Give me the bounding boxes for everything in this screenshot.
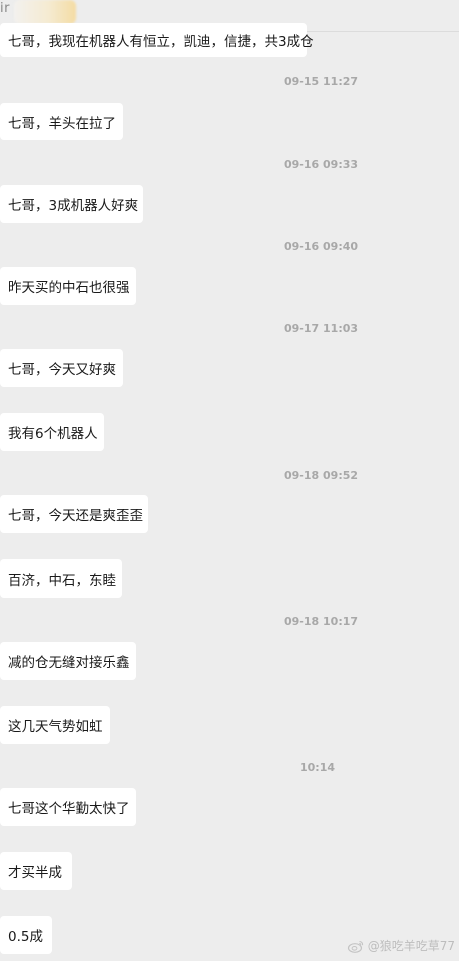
watermark: @狼吃羊吃草77 bbox=[347, 937, 455, 954]
message-timestamp: 09-18 10:17 bbox=[284, 615, 359, 628]
message-bubble[interactable]: 这几天气势如虹 bbox=[0, 706, 110, 744]
message-text: 七哥这个华勤太快了 bbox=[8, 801, 130, 817]
message-bubble[interactable]: 昨天买的中石也很强 bbox=[0, 267, 136, 305]
message-bubble[interactable]: 七哥这个华勤太快了 bbox=[0, 788, 136, 826]
message-bubble[interactable]: 减的仓无缝对接乐鑫 bbox=[0, 642, 136, 680]
message-bubble[interactable]: 七哥，我现在机器人有恒立，凯迪，信捷，共3成仓 bbox=[0, 23, 314, 57]
message-text: 百济，中石，东睦 bbox=[8, 572, 116, 589]
watermark-text: @狼吃羊吃草77 bbox=[367, 939, 455, 953]
message-bubble[interactable]: 七哥，今天又好爽 bbox=[0, 349, 123, 387]
message-bubble[interactable]: 七哥，3成机器人好爽 bbox=[0, 185, 143, 223]
message-text: 七哥，今天还是爽歪歪 bbox=[8, 508, 143, 524]
message-bubble[interactable]: 七哥，羊头在拉了 bbox=[0, 103, 123, 140]
message-bubble[interactable]: 我有6个机器人 bbox=[0, 413, 104, 451]
message-text: 七哥，今天又好爽 bbox=[8, 362, 116, 378]
message-timestamp: 09-18 09:52 bbox=[284, 469, 359, 482]
message-timestamp: 09-17 11:03 bbox=[284, 322, 359, 335]
message-timestamp: 10:14 bbox=[300, 761, 336, 774]
message-text: 0.5成 bbox=[8, 929, 43, 945]
message-timestamp: 09-16 09:33 bbox=[284, 158, 359, 171]
chat-window[interactable]: ir 七哥，我现在机器人有恒立，凯迪，信捷，共3成仓 09-15 11:27 七… bbox=[0, 0, 459, 961]
chat-title: ir bbox=[0, 1, 10, 16]
weibo-icon bbox=[347, 940, 363, 953]
message-bubble[interactable]: 才买半成 bbox=[0, 852, 72, 890]
message-text: 七哥，我现在机器人有恒立，凯迪，信捷，共3成仓 bbox=[8, 34, 314, 50]
message-text: 这几天气势如虹 bbox=[8, 719, 103, 735]
message-text: 七哥，羊头在拉了 bbox=[8, 115, 116, 132]
message-timestamp: 09-15 11:27 bbox=[284, 75, 359, 88]
blurred-contact-name bbox=[14, 0, 76, 24]
message-bubble[interactable]: 七哥，今天还是爽歪歪 bbox=[0, 495, 148, 533]
message-bubble[interactable]: 百济，中石，东睦 bbox=[0, 559, 122, 598]
message-text: 才买半成 bbox=[8, 865, 62, 881]
message-text: 七哥，3成机器人好爽 bbox=[8, 198, 139, 214]
message-timestamp: 09-16 09:40 bbox=[284, 240, 359, 253]
message-text: 昨天买的中石也很强 bbox=[8, 280, 130, 296]
message-text: 减的仓无缝对接乐鑫 bbox=[8, 655, 130, 671]
message-text: 我有6个机器人 bbox=[8, 426, 98, 442]
message-bubble[interactable]: 0.5成 bbox=[0, 916, 52, 954]
